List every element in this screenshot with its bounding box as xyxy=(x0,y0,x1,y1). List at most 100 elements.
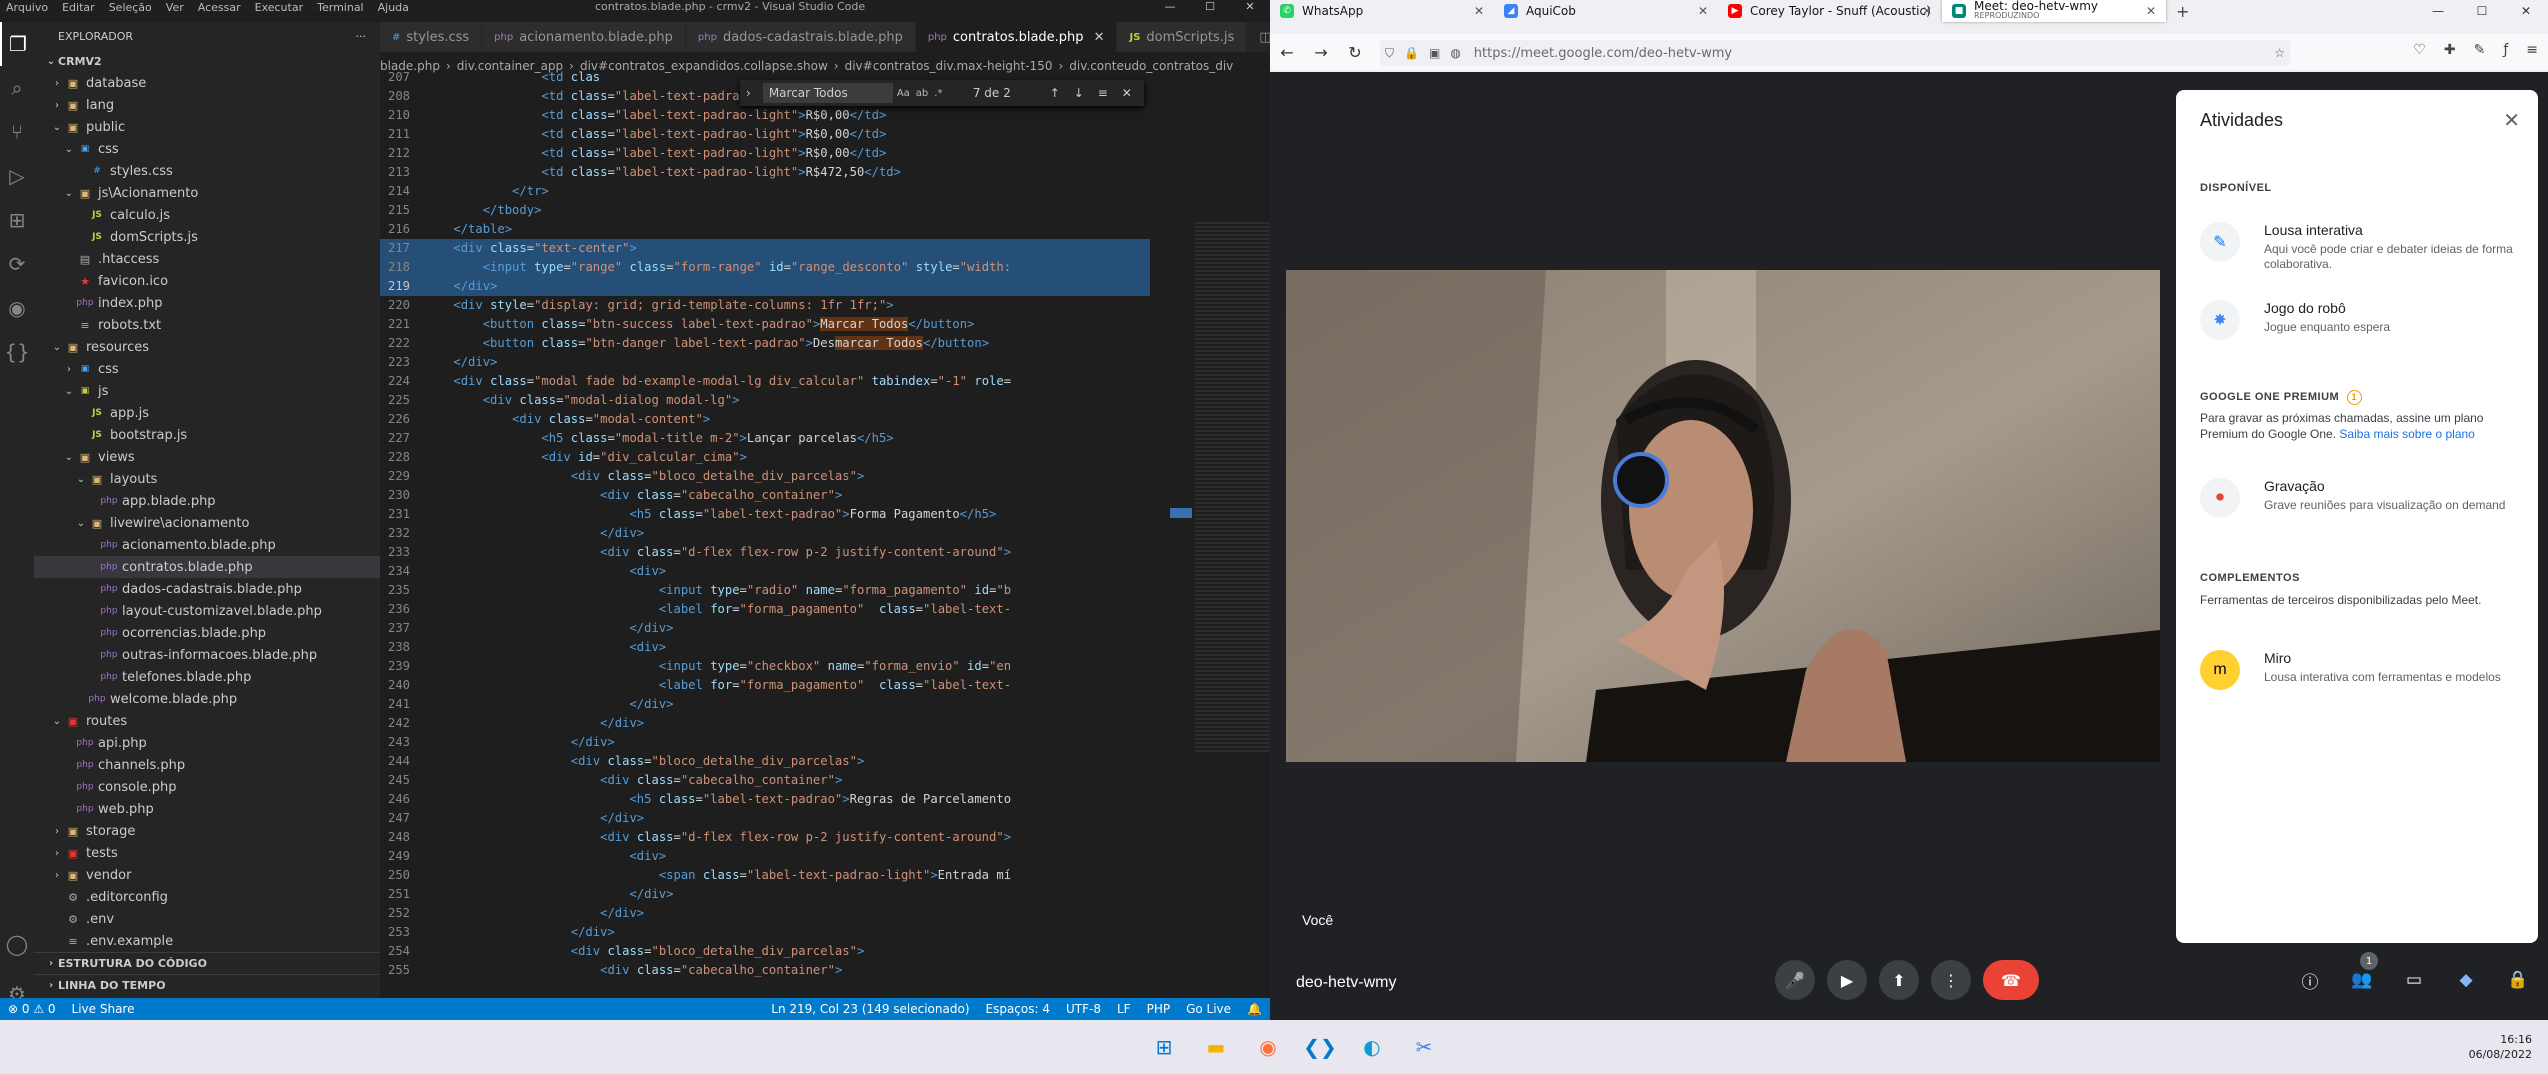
function-icon[interactable]: ƒ xyxy=(2503,42,2508,58)
code-line[interactable]: 211 <td class="label-text-padrao-light">… xyxy=(380,125,1150,144)
code-line[interactable]: 213 <td class="label-text-padrao-light">… xyxy=(380,163,1150,182)
new-tab-button[interactable]: + xyxy=(2166,2,2199,21)
code-line[interactable]: 221 <button class="btn-success label-tex… xyxy=(380,315,1150,334)
editor-tab[interactable]: php contratos.blade.php ✕ xyxy=(915,22,1118,52)
tree-item[interactable]: php acionamento.blade.php xyxy=(34,534,380,556)
browser-tab[interactable]: ◢ AquiCob ✕ xyxy=(1494,0,1718,22)
minimize-button[interactable]: — xyxy=(1150,0,1190,14)
code-line[interactable]: 235 <input type="radio" name="forma_paga… xyxy=(380,581,1150,600)
minimap-slider[interactable] xyxy=(1170,508,1192,518)
mic-icon[interactable]: 🎤 xyxy=(1775,960,1815,1000)
outline-section[interactable]: › ESTRUTURA DO CÓDIGO xyxy=(34,952,380,974)
menu-item[interactable]: Terminal xyxy=(317,1,364,14)
activities-icon[interactable]: ◆ xyxy=(2450,962,2482,998)
picker-icon[interactable]: ✎ xyxy=(2474,42,2486,58)
code-line[interactable]: 239 <input type="checkbox" name="forma_e… xyxy=(380,657,1150,676)
tree-item[interactable]: php app.blade.php xyxy=(34,490,380,512)
tree-item[interactable]: ≡ robots.txt xyxy=(34,314,380,336)
maximize-button[interactable]: ☐ xyxy=(2460,0,2504,22)
menu-item[interactable]: Ajuda xyxy=(378,1,409,14)
more-actions-icon[interactable]: ··· xyxy=(356,30,367,43)
close-tab-icon[interactable]: ✕ xyxy=(1474,4,1484,18)
forward-button[interactable]: → xyxy=(1304,43,1338,62)
search-icon[interactable]: ⌕ xyxy=(0,66,34,110)
file-explorer-icon[interactable]: ▬ xyxy=(1198,1030,1234,1064)
activity-miro[interactable]: m Miro Lousa interativa com ferramentas … xyxy=(2200,650,2520,690)
code-line[interactable]: 217 <div class="text-center"> xyxy=(380,239,1150,258)
code-line[interactable]: 226 <div class="modal-content"> xyxy=(380,410,1150,429)
whole-word-button[interactable]: ab xyxy=(916,88,928,99)
back-button[interactable]: ← xyxy=(1270,43,1304,62)
editor-tab[interactable]: php dados-cadastrais.blade.php xyxy=(685,22,916,52)
code-line[interactable]: 230 <div class="cabecalho_container"> xyxy=(380,486,1150,505)
mic-permission-icon[interactable]: ◍ xyxy=(1445,46,1465,60)
more-icon[interactable]: ⋮ xyxy=(1931,960,1971,1000)
code-line[interactable]: 238 <div> xyxy=(380,638,1150,657)
tree-item[interactable]: php web.php xyxy=(34,798,380,820)
code-line[interactable]: 234 <div> xyxy=(380,562,1150,581)
tree-item[interactable]: # styles.css xyxy=(34,160,380,182)
code-line[interactable]: 220 <div style="display: grid; grid-temp… xyxy=(380,296,1150,315)
close-tab-icon[interactable]: ✕ xyxy=(1922,4,1932,18)
vscode-icon[interactable]: ❮❯ xyxy=(1302,1030,1338,1064)
regex-button[interactable]: .* xyxy=(934,88,942,99)
code-line[interactable]: 254 <div class="bloco_detalhe_div_parcel… xyxy=(380,942,1150,961)
tree-item[interactable]: ⌄ ▣ routes xyxy=(34,710,380,732)
end-call-icon[interactable]: ☎ xyxy=(1983,960,2039,1000)
tree-item[interactable]: ⚙ .env xyxy=(34,908,380,930)
tree-item[interactable]: php api.php xyxy=(34,732,380,754)
code-line[interactable]: 219 </div> xyxy=(380,277,1150,296)
menu-item[interactable]: Arquivo xyxy=(6,1,48,14)
code-line[interactable]: 245 <div class="cabecalho_container"> xyxy=(380,771,1150,790)
json-icon[interactable]: {} xyxy=(0,330,34,374)
close-find-button[interactable]: ✕ xyxy=(1115,86,1139,100)
people-icon[interactable]: 👥 1 xyxy=(2346,952,2378,998)
code-line[interactable]: 214 </tr> xyxy=(380,182,1150,201)
find-input[interactable]: Marcar Todos xyxy=(762,83,893,103)
code-line[interactable]: 210 <td class="label-text-padrao-light">… xyxy=(380,106,1150,125)
problems-status[interactable]: ⊗ 0 ⚠ 0 xyxy=(0,1002,64,1016)
language-status[interactable]: PHP xyxy=(1139,1002,1179,1016)
menu-item[interactable]: Editar xyxy=(62,1,95,14)
host-controls-icon[interactable]: 🔒 xyxy=(2502,962,2534,998)
code-line[interactable]: 224 <div class="modal fade bd-example-mo… xyxy=(380,372,1150,391)
menu-item[interactable]: Seleção xyxy=(109,1,152,14)
tree-item[interactable]: › ▣ css xyxy=(34,358,380,380)
code-line[interactable]: 227 <h5 class="modal-title m-2">Lançar p… xyxy=(380,429,1150,448)
tree-item[interactable]: php telefones.blade.php xyxy=(34,666,380,688)
tree-item[interactable]: php index.php xyxy=(34,292,380,314)
tree-item[interactable]: php channels.php xyxy=(34,754,380,776)
match-case-button[interactable]: Aa xyxy=(897,88,910,99)
url-text[interactable]: https://meet.google.com/deo-hetv-wmy xyxy=(1474,46,1732,61)
reload-button[interactable]: ↻ xyxy=(1338,43,1372,62)
tree-item[interactable]: php welcome.blade.php xyxy=(34,688,380,710)
code-line[interactable]: 222 <button class="btn-danger label-text… xyxy=(380,334,1150,353)
code-line[interactable]: 251 </div> xyxy=(380,885,1150,904)
close-button[interactable]: ✕ xyxy=(1230,0,1270,14)
tree-item[interactable]: php outras-informacoes.blade.php xyxy=(34,644,380,666)
menu-item[interactable]: Executar xyxy=(255,1,304,14)
firefox-icon[interactable]: ◉ xyxy=(1250,1030,1286,1064)
browser-tab[interactable]: ▶ Corey Taylor - Snuff (Acoustic) ✕ xyxy=(1718,0,1942,22)
chat-icon[interactable]: ▭ xyxy=(2398,962,2430,998)
code-line[interactable]: 246 <h5 class="label-text-padrao">Regras… xyxy=(380,790,1150,809)
menu-item[interactable]: Ver xyxy=(166,1,184,14)
tree-item[interactable]: › ▣ storage xyxy=(34,820,380,842)
editor-tab[interactable]: php acionamento.blade.php xyxy=(482,22,686,52)
code-line[interactable]: 250 <span class="label-text-padrao-light… xyxy=(380,866,1150,885)
clock[interactable]: 16:16 06/08/2022 xyxy=(2469,1032,2532,1062)
camera-permission-icon[interactable]: ▣ xyxy=(1424,46,1445,60)
close-button[interactable]: ✕ xyxy=(2504,0,2548,22)
code-line[interactable]: 244 <div class="bloco_detalhe_div_parcel… xyxy=(380,752,1150,771)
info-icon[interactable]: ⓘ xyxy=(2294,962,2326,998)
activity-recording[interactable]: ⏺ Gravação Grave reuniões para visualiza… xyxy=(2200,478,2520,518)
tree-item[interactable]: ⌄ ▣ js xyxy=(34,380,380,402)
close-tab-icon[interactable]: ✕ xyxy=(1698,4,1708,18)
files-icon[interactable]: ❐ xyxy=(0,22,34,66)
tree-item[interactable]: › ▣ vendor xyxy=(34,864,380,886)
tree-item[interactable]: ⌄ ▣ layouts xyxy=(34,468,380,490)
browser-tab[interactable]: ■ Meet: deo-hetv-wmy REPRODUZINDO ✕ xyxy=(1942,0,2166,22)
maximize-button[interactable]: ☐ xyxy=(1190,0,1230,14)
menu-icon[interactable]: ≡ xyxy=(2526,42,2538,58)
shield-icon[interactable]: ⛉ xyxy=(1380,46,1399,61)
